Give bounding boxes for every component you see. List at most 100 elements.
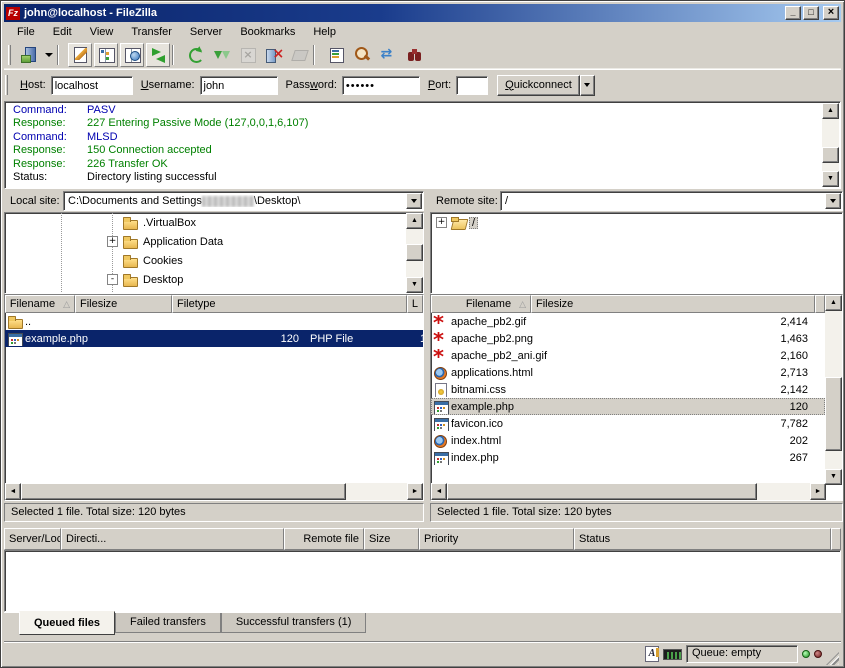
scroll-down-icon[interactable]: ▼ — [406, 277, 423, 293]
tree-expander[interactable]: + — [107, 236, 118, 247]
scrollbar-track[interactable] — [447, 483, 810, 500]
scroll-right-icon[interactable]: ► — [810, 483, 826, 500]
app-icon[interactable]: Fz — [6, 7, 20, 20]
scroll-right-icon[interactable]: ► — [407, 483, 423, 500]
local-directory-tree[interactable]: .VirtualBox + Application Data Cookies - — [4, 212, 424, 294]
log-scrollbar[interactable]: ▲ ▼ — [822, 103, 839, 187]
transfer-type-indicator-icon[interactable]: A — [645, 646, 659, 662]
column-header[interactable] — [815, 295, 825, 313]
minimize-button[interactable]: _ — [785, 6, 801, 20]
directory-listing-filters-button[interactable] — [324, 43, 348, 67]
menu-item[interactable]: File — [8, 24, 44, 40]
quickconnect-button[interactable]: Quickconnect — [497, 75, 580, 96]
local-list-hscrollbar[interactable]: ◄ ► — [5, 483, 423, 500]
toolbar-button[interactable] — [172, 43, 181, 67]
queue-column-header[interactable]: Remote file — [284, 528, 364, 550]
toggle-message-log-button[interactable] — [68, 43, 92, 67]
folder-open-tree-item[interactable]: + / — [431, 213, 842, 232]
menu-item[interactable]: View — [81, 24, 123, 40]
scroll-down-icon[interactable]: ▼ — [822, 171, 839, 187]
toolbar-dropdown-arrow-button[interactable] — [42, 43, 55, 67]
host-input[interactable]: localhost — [51, 76, 133, 95]
scroll-up-icon[interactable]: ▲ — [406, 213, 423, 229]
toolbar-button[interactable] — [57, 43, 66, 67]
refresh-button[interactable] — [183, 43, 207, 67]
folder-tree-item[interactable]: Cookies — [5, 251, 423, 270]
scrollbar-track[interactable] — [21, 483, 407, 500]
resize-grip[interactable] — [826, 652, 839, 665]
column-header[interactable]: L — [407, 295, 423, 313]
folder-tree-item[interactable]: .VirtualBox — [5, 213, 423, 232]
remote-directory-tree[interactable]: + / — [430, 212, 843, 294]
maximize-button[interactable]: □ — [803, 6, 819, 20]
firefox-file-row[interactable]: applications.html 2,713 — [431, 364, 825, 381]
scroll-left-icon[interactable]: ◄ — [5, 483, 21, 500]
folder-file-row[interactable]: .. — [5, 313, 423, 330]
scrollbar-thumb[interactable] — [447, 483, 757, 500]
cancel-operation-button[interactable] — [235, 43, 259, 67]
close-button[interactable]: × — [823, 6, 839, 20]
synchronized-browsing-button[interactable] — [376, 43, 400, 67]
reconnect-button[interactable] — [287, 43, 311, 67]
queue-tab[interactable]: Queued files — [19, 611, 115, 635]
column-header[interactable]: Filename △ — [5, 295, 75, 313]
password-input[interactable]: •••••• — [342, 76, 420, 95]
remote-list-hscrollbar[interactable]: ◄ ► — [431, 483, 826, 500]
queue-column-header[interactable]: Size — [364, 528, 419, 550]
css-file-row[interactable]: bitnami.css 2,142 — [431, 381, 825, 398]
queue-column-header[interactable] — [831, 528, 841, 550]
local-tree-scrollbar[interactable]: ▲ ▼ — [406, 213, 423, 293]
speed-limit-indicator-icon[interactable] — [663, 649, 682, 660]
menu-item[interactable]: Bookmarks — [231, 24, 304, 40]
menu-item[interactable]: Edit — [44, 24, 81, 40]
titlebar[interactable]: Fz john@localhost - FileZilla _ □ × — [4, 4, 841, 22]
scroll-left-icon[interactable]: ◄ — [431, 483, 447, 500]
winfile-file-row[interactable]: example.php 120 — [431, 398, 825, 415]
disconnect-button[interactable] — [261, 43, 285, 67]
queue-tab[interactable]: Failed transfers — [115, 613, 221, 633]
toolbar-button[interactable] — [313, 43, 322, 67]
toggle-transfer-queue-button[interactable] — [146, 43, 170, 67]
queue-column-header[interactable]: Status — [574, 528, 831, 550]
scrollbar-thumb[interactable] — [825, 377, 842, 451]
firefox-file-row[interactable]: index.html 202 — [431, 432, 825, 449]
remote-site-combobox[interactable]: / — [500, 191, 843, 211]
scrollbar-thumb[interactable] — [822, 147, 839, 163]
scroll-down-icon[interactable]: ▼ — [825, 469, 842, 485]
scroll-up-icon[interactable]: ▲ — [825, 295, 842, 311]
username-input[interactable]: john — [200, 76, 278, 95]
scrollbar-thumb[interactable] — [21, 483, 346, 500]
quickbar-grip[interactable] — [5, 75, 8, 95]
port-input[interactable] — [456, 76, 488, 95]
queue-column-header[interactable]: Priority — [419, 528, 574, 550]
column-header[interactable]: Filesize — [75, 295, 172, 313]
message-log[interactable]: Command:PASV Response:227 Entering Passi… — [4, 101, 841, 189]
scrollbar-track[interactable] — [406, 229, 423, 277]
tree-expander[interactable]: + — [436, 217, 447, 228]
apache-file-row[interactable]: apache_pb2.gif 2,414 — [431, 313, 825, 330]
process-queue-button[interactable] — [209, 43, 233, 67]
local-site-dropdown-button[interactable] — [406, 193, 422, 209]
directory-comparison-button[interactable] — [350, 43, 374, 67]
scroll-up-icon[interactable]: ▲ — [822, 103, 839, 119]
scrollbar-track[interactable] — [825, 311, 842, 469]
quickconnect-dropdown-button[interactable] — [580, 75, 595, 96]
toggle-local-treeview-button[interactable] — [94, 43, 118, 67]
queue-column-header[interactable]: Server/Local file — [4, 528, 61, 550]
menu-item[interactable]: Transfer — [122, 24, 181, 40]
winfile-file-row[interactable]: favicon.ico 7,782 — [431, 415, 825, 432]
apache-file-row[interactable]: apache_pb2.png 1,463 — [431, 330, 825, 347]
winfile-file-row[interactable]: index.php 267 — [431, 449, 825, 466]
scrollbar-thumb[interactable] — [406, 244, 423, 261]
queue-list[interactable] — [4, 550, 841, 612]
remote-site-dropdown-button[interactable] — [825, 193, 841, 209]
site-manager-button[interactable] — [16, 43, 40, 67]
queue-tab[interactable]: Successful transfers (1) — [221, 613, 367, 633]
menu-item[interactable]: Help — [304, 24, 345, 40]
scrollbar-track[interactable] — [822, 119, 839, 171]
find-files-button[interactable] — [402, 43, 426, 67]
column-header[interactable]: Filename △ — [431, 295, 531, 313]
folder-tree-item[interactable]: - Desktop — [5, 270, 423, 289]
remote-list-vscrollbar[interactable]: ▲ ▼ — [825, 295, 842, 485]
queue-column-header[interactable]: Directi... — [61, 528, 284, 550]
